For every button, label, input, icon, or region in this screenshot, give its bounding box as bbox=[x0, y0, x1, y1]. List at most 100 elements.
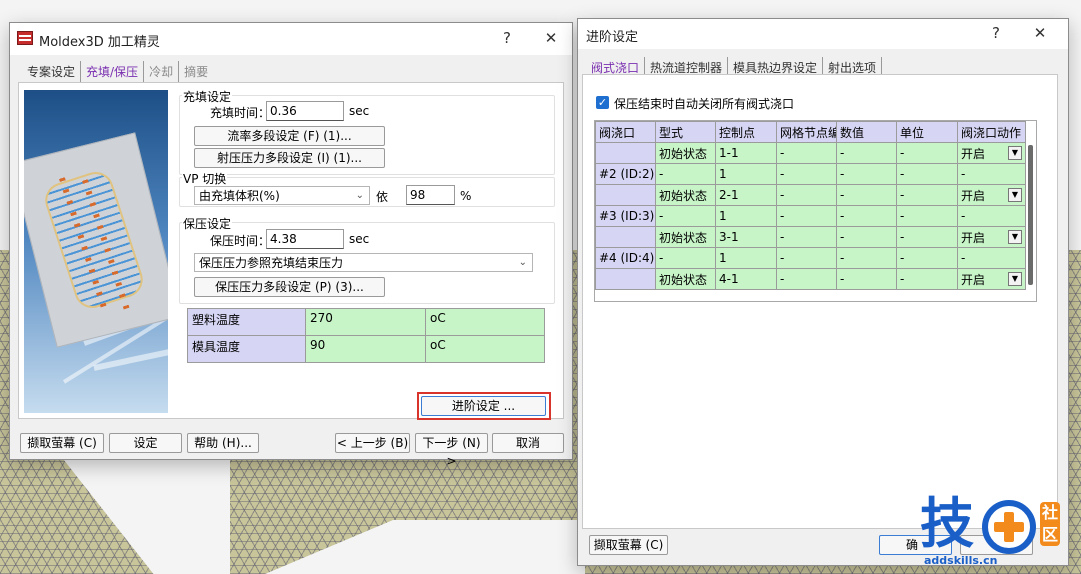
capture-screen-button[interactable]: 撷取萤幕 (C) bbox=[20, 433, 104, 453]
cell-unit[interactable]: - bbox=[896, 205, 958, 227]
vp-by-label: 依 bbox=[376, 190, 389, 204]
fill-time-input[interactable]: 0.36 bbox=[266, 101, 344, 121]
help-icon[interactable]: ? bbox=[497, 29, 517, 47]
cell-value[interactable]: - bbox=[836, 247, 897, 269]
moldex-logo-icon bbox=[17, 31, 33, 45]
cell-text: 2-1 bbox=[719, 188, 739, 202]
tab-fill-pack[interactable]: 充填/保压 bbox=[81, 61, 145, 82]
cell-unit[interactable]: - bbox=[896, 142, 958, 164]
settings-button[interactable]: 设定 bbox=[109, 433, 182, 453]
advanced-settings-window: 进阶设定 ? ✕ 阀式浇口 热流道控制器 模具热边界设定 射出选项 ✓ 保压结束… bbox=[577, 18, 1069, 566]
mold-temp-value[interactable]: 90 bbox=[305, 335, 426, 363]
grid-scrollbar[interactable] bbox=[1028, 145, 1033, 285]
vp-value-input[interactable]: 98 bbox=[406, 185, 455, 205]
cell-type[interactable]: 初始状态 bbox=[655, 142, 716, 164]
cell-type[interactable]: - bbox=[655, 163, 716, 185]
cell-node[interactable]: - bbox=[776, 247, 837, 269]
column-header: 阀浇口动作 bbox=[957, 121, 1026, 143]
tab-summary[interactable]: 摘要 bbox=[179, 61, 213, 82]
cell-type[interactable]: 初始状态 bbox=[655, 226, 716, 248]
cell-point[interactable]: 1 bbox=[715, 205, 777, 227]
cell-unit[interactable]: - bbox=[896, 247, 958, 269]
cell-node[interactable]: - bbox=[776, 163, 837, 185]
cell-type[interactable]: 初始状态 bbox=[655, 268, 716, 290]
cell-action[interactable]: ▼ 开启 bbox=[957, 268, 1026, 290]
advanced-settings-button[interactable]: 进阶设定 ... bbox=[421, 396, 546, 416]
cell-node[interactable]: - bbox=[776, 142, 837, 164]
cell-text: 开启 bbox=[961, 230, 986, 245]
cell-value[interactable]: - bbox=[836, 163, 897, 185]
wizard-title: Moldex3D 加工精灵 bbox=[39, 35, 160, 50]
table-row: 初始状态 2-1 - - - ▼ 开启 bbox=[595, 184, 1026, 206]
next-button[interactable]: 下一步 (N) > bbox=[415, 433, 488, 468]
tab-cooling[interactable]: 冷却 bbox=[144, 61, 180, 82]
dropdown-arrow-icon[interactable]: ▼ bbox=[1008, 187, 1022, 202]
dropdown-arrow-icon[interactable]: ▼ bbox=[1008, 271, 1022, 286]
close-icon[interactable]: ✕ bbox=[1030, 24, 1050, 42]
melt-temp-value[interactable]: 270 bbox=[305, 308, 426, 336]
plus-circle-icon bbox=[982, 500, 1036, 554]
cell-unit[interactable]: - bbox=[896, 163, 958, 185]
cell-text: 开启 bbox=[961, 146, 986, 161]
cell-action[interactable]: - bbox=[957, 163, 1026, 185]
cell-point[interactable]: 1 bbox=[715, 247, 777, 269]
capture-screen-button[interactable]: 撷取萤幕 (C) bbox=[589, 535, 668, 555]
cell-action[interactable]: - bbox=[957, 205, 1026, 227]
cell-unit[interactable]: - bbox=[896, 184, 958, 206]
cell-point[interactable]: 2-1 bbox=[715, 184, 777, 206]
dropdown-arrow-icon[interactable]: ▼ bbox=[1008, 229, 1022, 244]
cell-point[interactable]: 4-1 bbox=[715, 268, 777, 290]
cell-value[interactable]: - bbox=[836, 205, 897, 227]
cell-text: - bbox=[659, 209, 664, 223]
cell-node[interactable]: - bbox=[776, 205, 837, 227]
table-row: 初始状态 3-1 - - - ▼ 开启 bbox=[595, 226, 1026, 248]
column-header: 阀浇口 bbox=[595, 121, 656, 143]
wizard-tabs: 专案设定 充填/保压 冷却 摘要 bbox=[22, 61, 213, 82]
help-icon[interactable]: ? bbox=[986, 24, 1006, 42]
cell-value[interactable]: - bbox=[836, 142, 897, 164]
flow-rate-profile-button[interactable]: 流率多段设定 (F) (1)... bbox=[194, 126, 385, 146]
cell-type[interactable]: - bbox=[655, 205, 716, 227]
cell-text: #2 (ID:2) bbox=[599, 167, 655, 181]
cell-unit[interactable]: - bbox=[896, 226, 958, 248]
injection-pressure-profile-button[interactable]: 射压压力多段设定 (I) (1)... bbox=[194, 148, 385, 168]
pack-time-input[interactable]: 4.38 bbox=[266, 229, 344, 249]
cell-node[interactable]: - bbox=[776, 268, 837, 290]
valve-gate-grid: 阀浇口 型式 控制点 网格节点编 数值 单位 阀浇口动作 初始状态 1-1- - - ▼… bbox=[594, 120, 1037, 302]
cell-action[interactable]: - bbox=[957, 247, 1026, 269]
cell-text: 1-1 bbox=[719, 146, 739, 160]
cancel-button[interactable]: 取消 bbox=[492, 433, 564, 453]
tab-project-settings[interactable]: 专案设定 bbox=[22, 61, 82, 82]
cell-node[interactable]: - bbox=[776, 226, 837, 248]
help-button[interactable]: 帮助 (H)... bbox=[187, 433, 259, 453]
close-icon[interactable]: ✕ bbox=[541, 29, 561, 47]
addskills-watermark: 技 社区 addskills.cn bbox=[918, 494, 1078, 570]
column-header: 单位 bbox=[896, 121, 958, 143]
cell-type[interactable]: - bbox=[655, 247, 716, 269]
pack-pressure-reference-select[interactable]: 保压压力参照充填结束压力 ⌄ bbox=[194, 253, 533, 272]
cell-value[interactable]: - bbox=[836, 268, 897, 290]
cell-type[interactable]: 初始状态 bbox=[655, 184, 716, 206]
cell-text: #4 (ID:4) bbox=[599, 251, 655, 265]
chevron-down-icon: ⌄ bbox=[355, 190, 364, 201]
cell-action[interactable]: ▼ 开启 bbox=[957, 226, 1026, 248]
column-header: 网格节点编 bbox=[776, 121, 837, 143]
cell-point[interactable]: 3-1 bbox=[715, 226, 777, 248]
cell-action[interactable]: ▼ 开启 bbox=[957, 184, 1026, 206]
cell-text: - bbox=[780, 230, 785, 244]
cell-point[interactable]: 1-1 bbox=[715, 142, 777, 164]
vp-switch-select[interactable]: 由充填体积(%) ⌄ bbox=[194, 186, 370, 205]
cell-action[interactable]: ▼ 开启 bbox=[957, 142, 1026, 164]
cell-gate: #3 (ID:3) bbox=[595, 205, 656, 227]
cell-value[interactable]: - bbox=[836, 226, 897, 248]
pack-pressure-profile-button[interactable]: 保压压力多段设定 (P) (3)... bbox=[194, 277, 385, 297]
cell-node[interactable]: - bbox=[776, 184, 837, 206]
cell-gate: #4 (ID:4) bbox=[595, 247, 656, 269]
previous-button[interactable]: < 上一步 (B) bbox=[335, 433, 410, 453]
auto-close-checkbox[interactable]: ✓ bbox=[596, 96, 609, 109]
cell-text: - bbox=[900, 146, 905, 160]
cell-value[interactable]: - bbox=[836, 184, 897, 206]
cell-point[interactable]: 1 bbox=[715, 163, 777, 185]
dropdown-arrow-icon[interactable]: ▼ bbox=[1008, 145, 1022, 160]
cell-unit[interactable]: - bbox=[896, 268, 958, 290]
